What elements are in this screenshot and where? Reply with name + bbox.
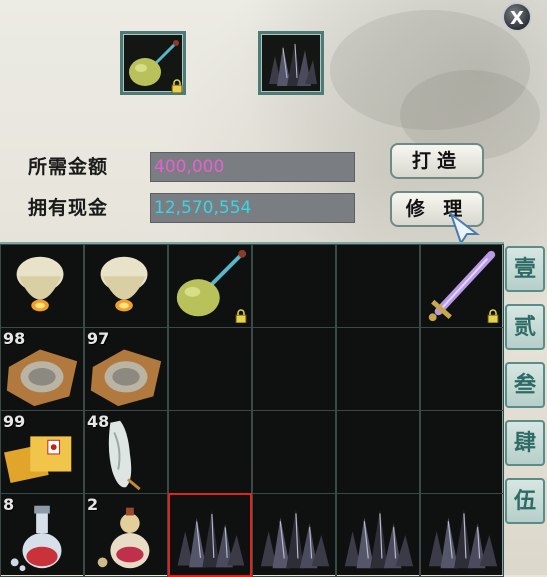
page-tab-4[interactable]: 肆 bbox=[505, 420, 545, 466]
cursor-icon bbox=[448, 211, 480, 246]
inventory-slot[interactable] bbox=[336, 410, 420, 494]
black-crystal-ore-icon bbox=[269, 42, 317, 86]
lock-icon bbox=[171, 79, 183, 93]
material-slot-gourd-bomb[interactable] bbox=[120, 31, 186, 95]
inventory-slot[interactable] bbox=[252, 493, 336, 577]
inventory-slot[interactable] bbox=[84, 244, 168, 328]
inventory-slot[interactable]: 48 bbox=[84, 410, 168, 494]
inventory-slot[interactable]: 98 bbox=[0, 327, 84, 411]
inventory-slot[interactable] bbox=[168, 410, 252, 494]
item-count: 48 bbox=[87, 412, 110, 431]
item-count: 8 bbox=[3, 495, 15, 514]
item-count: 2 bbox=[87, 495, 99, 514]
required-amount-label: 所需金额 bbox=[28, 156, 109, 178]
inventory-slot[interactable] bbox=[168, 244, 252, 328]
inventory-slot[interactable] bbox=[336, 327, 420, 411]
owned-cash-label: 拥有现金 bbox=[28, 197, 109, 219]
inventory-slot[interactable] bbox=[168, 493, 252, 577]
inventory-grid: 98 97 99 48 8 2 bbox=[0, 242, 504, 577]
owned-cash-value: 12,570,554 bbox=[150, 193, 355, 223]
inventory-slot[interactable] bbox=[0, 244, 84, 328]
inventory-slot[interactable] bbox=[420, 493, 504, 577]
inventory-slot[interactable] bbox=[420, 327, 504, 411]
page-tab-5[interactable]: 伍 bbox=[505, 478, 545, 524]
black-crystal-ore-icon bbox=[344, 509, 414, 569]
item-count: 97 bbox=[87, 329, 110, 348]
item-count: 98 bbox=[3, 329, 26, 348]
page-tab-1[interactable]: 壹 bbox=[505, 246, 545, 292]
inventory-slot[interactable] bbox=[168, 327, 252, 411]
inventory-slot[interactable] bbox=[336, 493, 420, 577]
black-crystal-ore-icon bbox=[177, 510, 245, 568]
inventory-slot[interactable] bbox=[252, 410, 336, 494]
required-amount-value: 400,000 bbox=[150, 152, 355, 182]
black-crystal-ore-icon bbox=[260, 509, 330, 569]
material-slot-black-crystal-ore[interactable] bbox=[258, 31, 324, 95]
inventory-slot[interactable]: 99 bbox=[0, 410, 84, 494]
inventory-slot[interactable]: 8 bbox=[0, 493, 84, 577]
page-tab-3[interactable]: 叁 bbox=[505, 362, 545, 408]
lock-icon bbox=[235, 309, 247, 323]
page-tab-2[interactable]: 贰 bbox=[505, 304, 545, 350]
inventory-slot[interactable] bbox=[252, 327, 336, 411]
inventory-slot[interactable] bbox=[252, 244, 336, 328]
inventory-slot[interactable] bbox=[420, 244, 504, 328]
black-crystal-ore-icon bbox=[428, 509, 498, 569]
inventory-slot[interactable] bbox=[420, 410, 504, 494]
close-button[interactable]: X bbox=[502, 2, 532, 32]
inventory-slot[interactable]: 2 bbox=[84, 493, 168, 577]
inventory-slot[interactable]: 97 bbox=[84, 327, 168, 411]
lock-icon bbox=[487, 309, 499, 323]
inventory-slot[interactable] bbox=[336, 244, 420, 328]
forge-button[interactable]: 打造 bbox=[390, 143, 484, 179]
item-count: 99 bbox=[3, 412, 26, 431]
sky-lantern-icon bbox=[16, 256, 64, 312]
sky-lantern-icon bbox=[100, 256, 148, 312]
